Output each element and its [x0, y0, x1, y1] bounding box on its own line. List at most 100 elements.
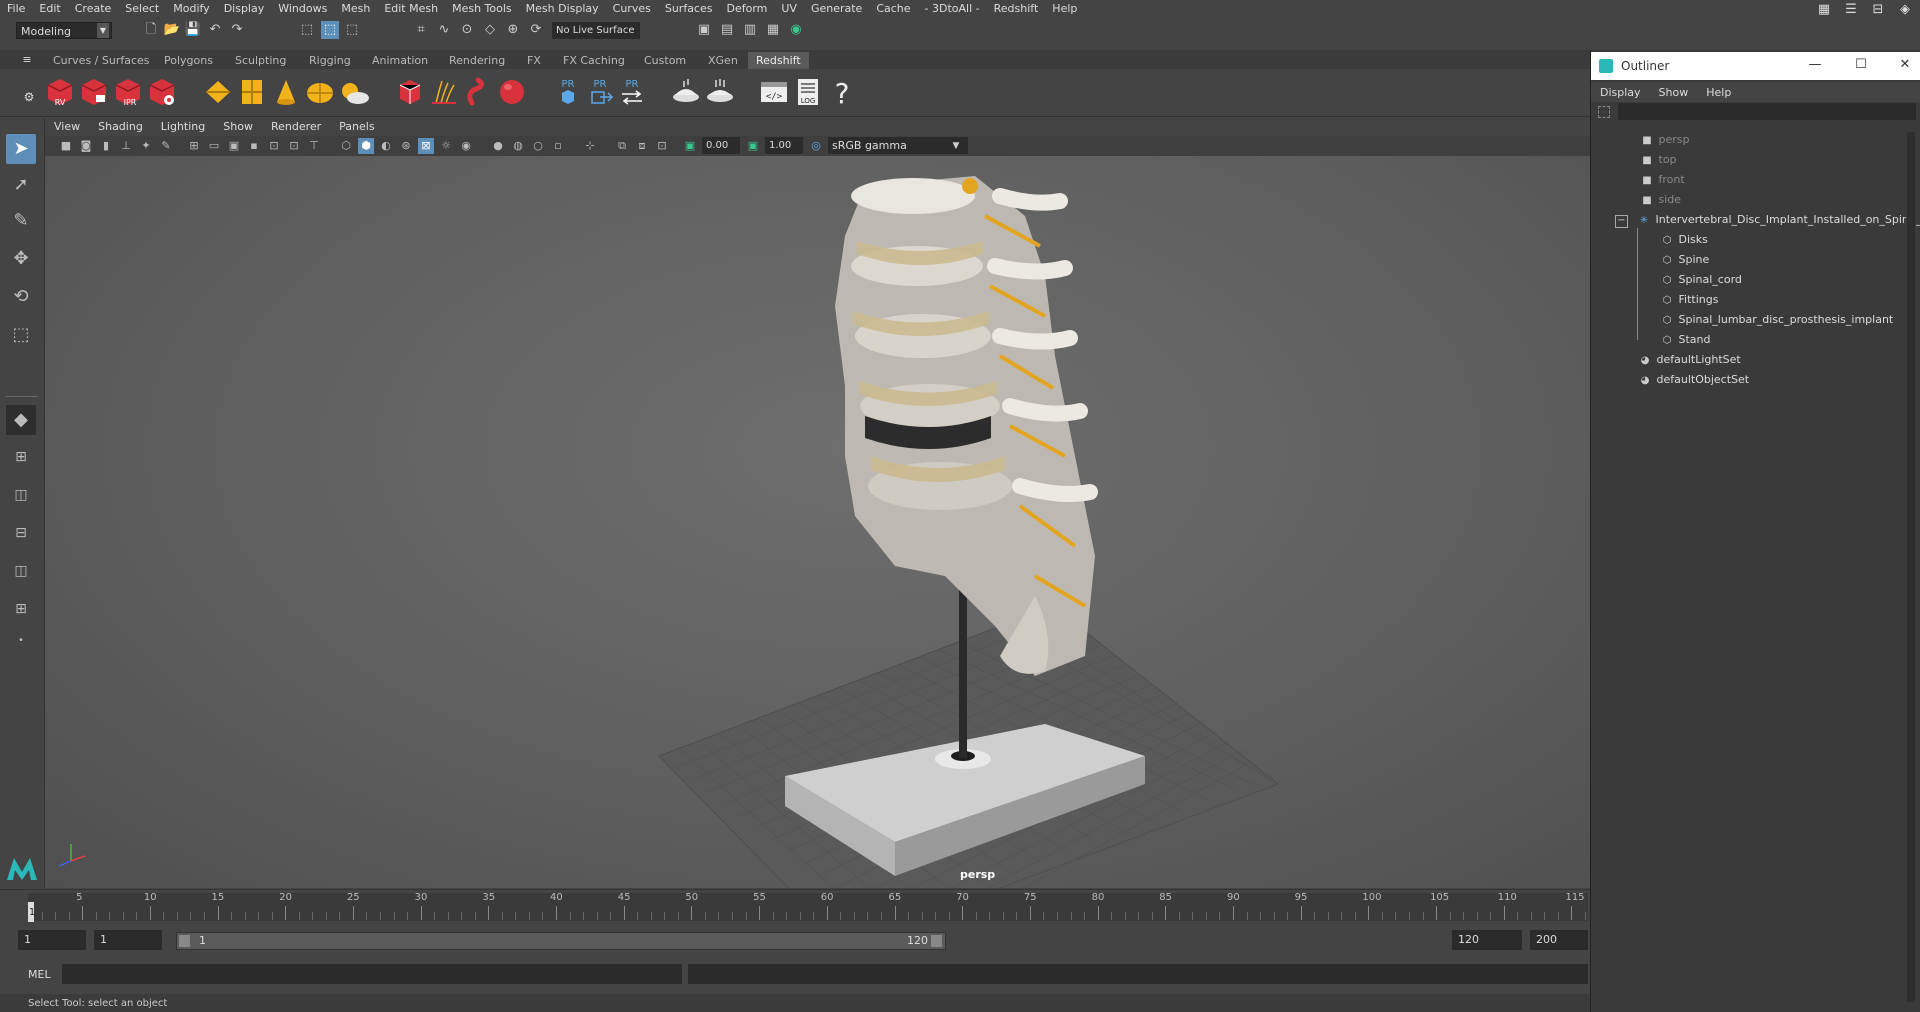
shelf-settings-gear-icon[interactable]: ⚙	[20, 88, 38, 106]
outliner-item-fittings[interactable]: ⬡ Fittings	[1591, 290, 1920, 310]
panel-menu-renderer[interactable]: Renderer	[262, 118, 330, 136]
outliner-item-side[interactable]: ■ side	[1591, 190, 1920, 210]
command-input[interactable]	[62, 964, 682, 984]
menu-3dtoall[interactable]: - 3DtoAll -	[918, 0, 987, 17]
outliner-item-top[interactable]: ■ top	[1591, 150, 1920, 170]
motion-blur-icon[interactable]: ●	[490, 138, 506, 154]
exposure-toggle-icon[interactable]: ▣	[682, 138, 698, 154]
redshift-help-icon[interactable]: ?	[826, 75, 858, 109]
redshift-dome-light-icon[interactable]	[304, 75, 336, 109]
shelf-tab-custom[interactable]: Custom	[636, 52, 694, 69]
panel-menu-shading[interactable]: Shading	[89, 118, 152, 136]
film-gate-icon[interactable]: ▭	[206, 138, 222, 154]
menu-help[interactable]: Help	[1045, 0, 1084, 17]
menu-modify[interactable]: Modify	[166, 0, 216, 17]
image-plane-icon[interactable]: ⊥	[118, 138, 134, 154]
bookmark-icon[interactable]: ▮	[98, 138, 114, 154]
animation-end-field[interactable]: 200	[1530, 930, 1588, 950]
redshift-proxy-icon[interactable]	[394, 75, 426, 109]
minimize-icon[interactable]: —	[1805, 57, 1825, 72]
menu-edit[interactable]: Edit	[32, 0, 67, 17]
menu-deform[interactable]: Deform	[719, 0, 774, 17]
textured-icon[interactable]: ⊛	[398, 138, 414, 154]
redshift-pr-convert-icon[interactable]: PR	[616, 75, 648, 109]
shelf-tab-fx-caching[interactable]: FX Caching	[555, 52, 633, 69]
outliner-item-default-object-set[interactable]: ◕ defaultObjectSet	[1591, 370, 1920, 390]
outliner-scrollbar[interactable]	[1906, 126, 1916, 1008]
menu-mesh-display[interactable]: Mesh Display	[519, 0, 606, 17]
safe-action-icon[interactable]: ⊡	[286, 138, 302, 154]
multisample-aa-icon[interactable]: ◍	[510, 138, 526, 154]
menu-surfaces[interactable]: Surfaces	[658, 0, 720, 17]
redshift-pr-aov-icon[interactable]: PR	[552, 75, 584, 109]
range-slider[interactable]: 1 120	[176, 932, 946, 950]
redshift-render-view-icon[interactable]: RV	[44, 75, 76, 109]
lasso-tool-icon[interactable]: ➚	[6, 170, 36, 200]
snap-grid-icon[interactable]: ⌗	[412, 21, 430, 39]
view-transform-dropdown[interactable]: sRGB gamma	[828, 137, 968, 154]
playback-end-field[interactable]: 120	[1452, 930, 1522, 950]
paint-select-tool-icon[interactable]: ✎	[6, 206, 36, 236]
outliner-item-spinal-cord[interactable]: ⬡ Spinal_cord	[1591, 270, 1920, 290]
range-start-handle[interactable]	[179, 935, 190, 947]
snap-point-icon[interactable]: ⊙	[458, 21, 476, 39]
menu-redshift[interactable]: Redshift	[987, 0, 1046, 17]
grease-pencil-icon[interactable]: ✎	[158, 138, 174, 154]
redshift-render-icon[interactable]	[78, 75, 110, 109]
snap-view-plane-icon[interactable]: ◇	[481, 21, 499, 39]
redshift-log-icon[interactable]: LOG	[792, 75, 824, 109]
isolate-select-icon[interactable]: ▫	[550, 138, 566, 154]
render-frame-icon[interactable]: ▣	[695, 21, 713, 39]
redshift-light-diamond-icon[interactable]	[202, 75, 234, 109]
panel-menu-view[interactable]: View	[45, 118, 89, 136]
filter-options-icon[interactable]	[1598, 106, 1610, 118]
shadows-icon[interactable]: ☼	[438, 138, 454, 154]
select-tool-arrow-icon[interactable]: ➤	[6, 134, 36, 164]
collapse-minus-icon[interactable]: −	[1615, 215, 1628, 228]
snap-curve-icon[interactable]: ∿	[435, 21, 453, 39]
view-transform-chevron-down-icon[interactable]: ▼	[948, 138, 964, 154]
menu-display[interactable]: Display	[217, 0, 272, 17]
redshift-render-settings-icon[interactable]	[146, 75, 178, 109]
field-chart-icon[interactable]: ⊡	[266, 138, 282, 154]
menu-file[interactable]: File	[0, 0, 32, 17]
maximize-icon[interactable]: ☐	[1851, 57, 1871, 72]
live-surface-field[interactable]: No Live Surface	[552, 22, 640, 39]
redshift-shader-bowl-icon[interactable]	[704, 75, 736, 109]
redshift-hair-icon[interactable]	[428, 75, 460, 109]
command-language-toggle[interactable]: MEL	[28, 968, 51, 981]
redo-icon[interactable]: ↷	[228, 21, 246, 39]
outliner-menu-show[interactable]: Show	[1650, 86, 1698, 99]
shelf-tab-redshift[interactable]: Redshift	[748, 52, 809, 69]
camera-select-icon[interactable]: ■	[58, 138, 74, 154]
shelf-tab-rendering[interactable]: Rendering	[441, 52, 513, 69]
two-view-stacked-layout-icon[interactable]: ⊟	[6, 518, 36, 548]
xray-joints-icon[interactable]: ⧉	[614, 138, 630, 154]
move-tool-icon[interactable]: ✥	[6, 244, 36, 274]
redshift-ipr-icon[interactable]: IPR	[112, 75, 144, 109]
color-management-icon[interactable]: ◎	[808, 138, 824, 154]
shelf-tab-sculpting[interactable]: Sculpting	[227, 52, 294, 69]
shelf-tab-polygons[interactable]: Polygons	[156, 52, 221, 69]
smooth-shading-icon[interactable]: ⬢	[358, 138, 374, 154]
shelf-tab-curves-surfaces[interactable]: Curves / Surfaces	[45, 52, 158, 69]
menu-set-dropdown[interactable]: Modeling ▼	[16, 22, 112, 39]
depth-of-field-icon[interactable]: ○	[530, 138, 546, 154]
render-settings-icon[interactable]: ▥	[741, 21, 759, 39]
camera-attributes-icon[interactable]: ◙	[78, 138, 94, 154]
redshift-sphere-icon[interactable]	[496, 75, 528, 109]
ipr-render-icon[interactable]: ▤	[718, 21, 736, 39]
outliner-item-spine[interactable]: ⬡ Spine	[1591, 250, 1920, 270]
menu-uv[interactable]: UV	[774, 0, 804, 17]
redshift-spot-light-icon[interactable]	[270, 75, 302, 109]
safe-title-icon[interactable]: ⊤	[306, 138, 322, 154]
menu-mesh[interactable]: Mesh	[334, 0, 377, 17]
snap-bake-icon[interactable]: ⟳	[527, 21, 545, 39]
resolution-gate-icon[interactable]: ▣	[226, 138, 242, 154]
wireframe-on-shaded-icon[interactable]: ◐	[378, 138, 394, 154]
single-view-layout-icon[interactable]: ◆	[6, 405, 36, 435]
redshift-pr-export-icon[interactable]: PR	[584, 75, 616, 109]
range-end-handle[interactable]	[931, 935, 942, 947]
menu-cache[interactable]: Cache	[869, 0, 917, 17]
shelf-tab-xgen[interactable]: XGen	[700, 52, 746, 69]
